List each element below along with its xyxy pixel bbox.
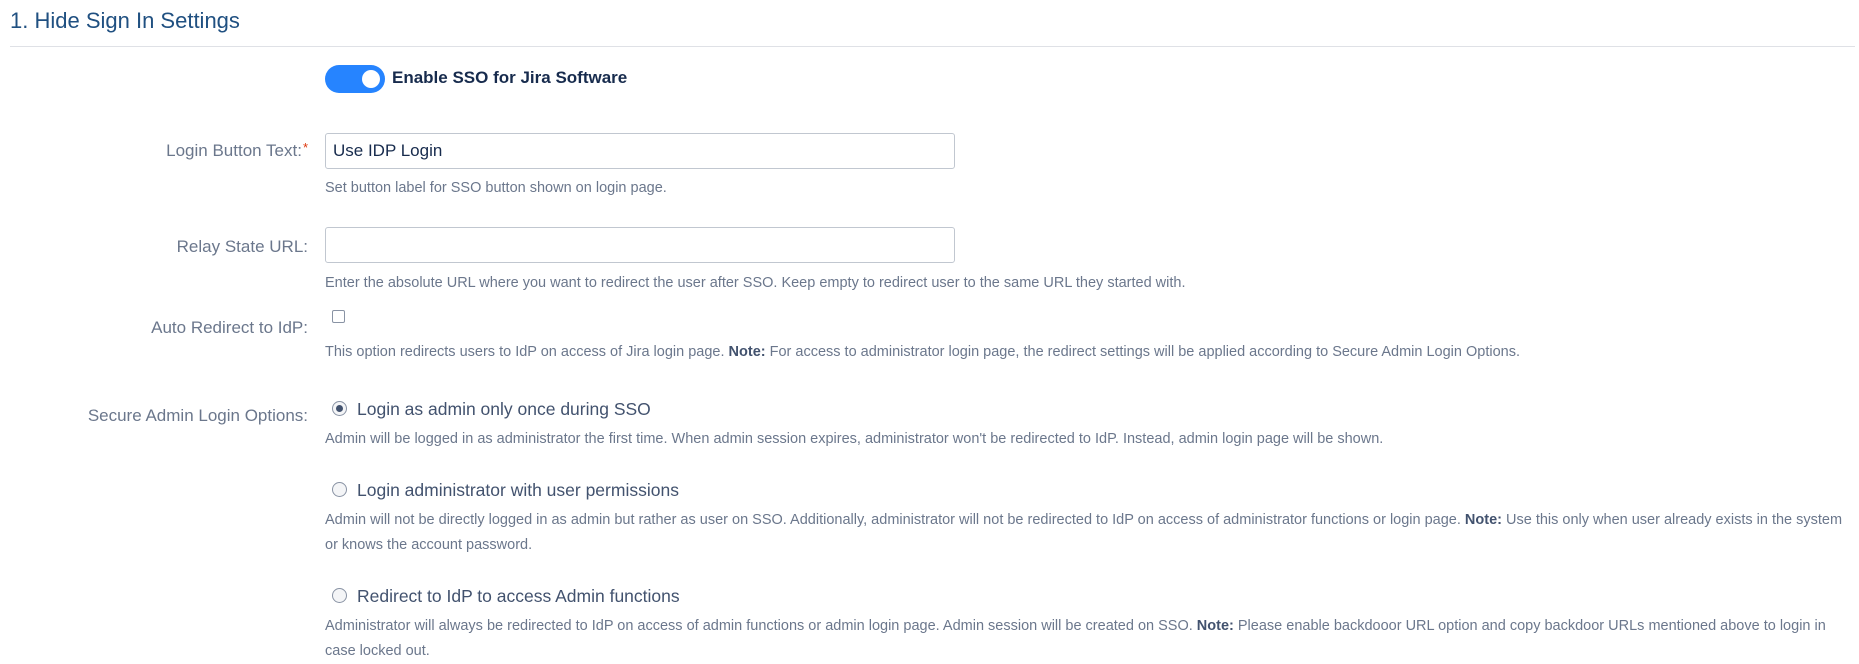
radio-redirect-idp-admin-label[interactable]: Redirect to IdP to access Admin function… [357,584,680,608]
radio-login-admin-user-permissions-label[interactable]: Login administrator with user permission… [357,478,679,502]
toggle-knob [362,70,380,88]
login-button-text-label: Login Button Text:* [166,140,308,160]
auto-redirect-checkbox[interactable] [332,310,345,323]
enable-sso-toggle[interactable] [325,65,385,93]
radio-login-admin-once[interactable] [332,401,347,416]
relay-state-url-input[interactable] [325,227,955,263]
radio-redirect-idp-admin-help: Administrator will always be redirected … [325,618,1826,659]
section-divider [10,46,1855,47]
auto-redirect-help: This option redirects users to IdP on ac… [325,344,1520,360]
required-mark: * [302,140,308,155]
login-button-text-help: Set button label for SSO button shown on… [325,180,667,196]
relay-state-url-help: Enter the absolute URL where you want to… [325,275,1186,291]
radio-login-admin-once-help: Admin will be logged in as administrator… [325,431,1384,447]
radio-redirect-idp-admin[interactable] [332,588,347,603]
radio-login-admin-user-permissions-help: Admin will not be directly logged in as … [325,512,1843,553]
section-title: 1. Hide Sign In Settings [10,8,240,33]
note-label: Note: [1464,512,1502,528]
enable-sso-label: Enable SSO for Jira Software [392,68,628,87]
login-button-text-input[interactable] [325,133,955,169]
secure-admin-label: Secure Admin Login Options: [87,406,308,425]
radio-login-admin-once-label[interactable]: Login as admin only once during SSO [357,397,651,421]
note-label: Note: [1196,618,1234,634]
note-label: Note: [728,344,766,360]
auto-redirect-label: Auto Redirect to IdP: [151,318,308,337]
radio-login-admin-user-permissions[interactable] [332,482,347,497]
relay-state-url-label: Relay State URL: [176,237,308,256]
